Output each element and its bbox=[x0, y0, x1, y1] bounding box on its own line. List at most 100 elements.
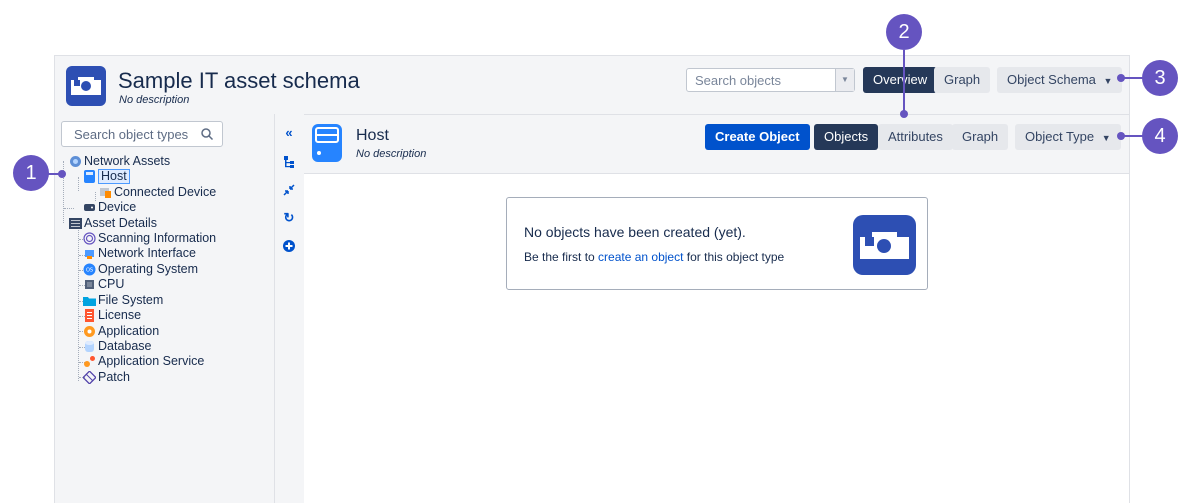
search-objects-input[interactable] bbox=[687, 69, 843, 91]
search-objects-field[interactable]: ▼ bbox=[686, 68, 855, 92]
tree-item-label: File System bbox=[98, 293, 164, 307]
tree-item-application[interactable]: Application bbox=[83, 324, 159, 339]
tree-item-asset-details[interactable]: Asset Details bbox=[69, 216, 157, 231]
empty-state-text-after: for this object type bbox=[686, 250, 785, 264]
tab-graph-label: Graph bbox=[962, 129, 999, 144]
os-icon: OS bbox=[83, 263, 96, 276]
tree-item-license[interactable]: License bbox=[83, 308, 141, 323]
overview-button[interactable]: Overview bbox=[863, 67, 938, 93]
chevron-down-icon: ▼ bbox=[1101, 133, 1111, 143]
application-icon bbox=[84, 326, 95, 337]
object-type-description: No description bbox=[356, 148, 427, 160]
chevron-down-icon: ▼ bbox=[1103, 76, 1113, 86]
empty-state-text: Be the first to create an object for thi… bbox=[524, 250, 784, 264]
network-interface-icon bbox=[85, 250, 94, 259]
callout-pointer bbox=[900, 110, 908, 118]
tree-item-label: CPU bbox=[98, 277, 125, 291]
tab-attributes-label: Attributes bbox=[888, 129, 943, 144]
callout-connector bbox=[1122, 135, 1144, 137]
tab-objects[interactable]: Objects bbox=[814, 124, 879, 150]
fingerprint-icon bbox=[83, 232, 96, 245]
tree-item-label: License bbox=[98, 308, 142, 322]
tab-graph[interactable]: Graph bbox=[952, 124, 1009, 150]
server-icon bbox=[84, 170, 95, 183]
tree-item-label: Asset Details bbox=[84, 216, 157, 230]
graph-label: Graph bbox=[944, 72, 981, 87]
tree-item-operating-system[interactable]: OS Operating System bbox=[83, 262, 198, 277]
callout-connector bbox=[48, 173, 62, 175]
schema-logo-icon bbox=[66, 66, 106, 106]
tree-item-scanning-information[interactable]: Scanning Information bbox=[83, 231, 216, 246]
tab-objects-label: Objects bbox=[824, 129, 869, 144]
object-type-header: Host No description Create Object Object… bbox=[304, 115, 1129, 174]
empty-state-text-before: Be the first to bbox=[524, 250, 595, 264]
callout-badge: 3 bbox=[1142, 60, 1178, 96]
tree-item-label: Connected Device bbox=[114, 185, 217, 199]
tree-item-label: Scanning Information bbox=[98, 231, 217, 245]
tab-attributes[interactable]: Attributes bbox=[878, 124, 953, 150]
search-object-types-input[interactable] bbox=[62, 122, 217, 146]
callout-connector bbox=[1122, 77, 1144, 79]
tree-item-device[interactable]: Device bbox=[83, 200, 136, 215]
object-type-menu[interactable]: Object Type ▼ bbox=[1015, 124, 1121, 150]
service-icon bbox=[84, 356, 95, 367]
tree-item-cpu[interactable]: CPU bbox=[83, 277, 124, 292]
callout-badge: 4 bbox=[1142, 118, 1178, 154]
callout-badge: 1 bbox=[13, 155, 49, 191]
search-dropdown-icon[interactable]: ▼ bbox=[835, 69, 854, 91]
tree-item-file-system[interactable]: File System bbox=[83, 293, 163, 308]
schema-title: Sample IT asset schema bbox=[118, 68, 360, 93]
database-icon bbox=[85, 341, 94, 352]
tree-item-label: Database bbox=[98, 339, 152, 353]
rack-icon bbox=[69, 218, 82, 229]
object-schema-label: Object Schema bbox=[1007, 72, 1096, 87]
app-window: Sample IT asset schema No description ▼ … bbox=[54, 55, 1130, 504]
create-object-link[interactable]: create an object bbox=[598, 250, 683, 264]
tree-item-patch[interactable]: Patch bbox=[83, 370, 130, 385]
license-icon bbox=[85, 309, 94, 322]
server-icon bbox=[312, 124, 342, 162]
tree-toolbar: « ↻ bbox=[274, 114, 305, 503]
tree-item-network-interface[interactable]: Network Interface bbox=[83, 246, 196, 261]
search-icon bbox=[201, 128, 214, 141]
schema-description: No description bbox=[119, 94, 190, 106]
object-schema-menu[interactable]: Object Schema ▼ bbox=[997, 67, 1123, 93]
globe-icon bbox=[70, 156, 81, 167]
insight-logo-icon bbox=[853, 215, 916, 275]
tree-item-connected-device[interactable]: Connected Device bbox=[99, 185, 216, 200]
create-object-button[interactable]: Create Object bbox=[705, 124, 810, 150]
overview-label: Overview bbox=[873, 72, 928, 87]
tree-item-network-assets[interactable]: Network Assets bbox=[69, 154, 170, 169]
tree-item-application-service[interactable]: Application Service bbox=[83, 354, 204, 369]
object-type-detail: Host No description Create Object Object… bbox=[304, 114, 1129, 504]
object-type-menu-label: Object Type bbox=[1025, 129, 1095, 144]
hard-drive-icon bbox=[84, 204, 95, 211]
tree-item-label: Network Assets bbox=[84, 154, 171, 168]
schema-header: Sample IT asset schema No description ▼ … bbox=[55, 56, 1129, 114]
device-icon bbox=[100, 188, 111, 198]
empty-state-card: No objects have been created (yet). Be t… bbox=[506, 197, 928, 290]
minimize-icon[interactable] bbox=[282, 183, 296, 197]
search-object-types-field[interactable] bbox=[61, 121, 223, 147]
tree-item-label: Network Interface bbox=[98, 246, 196, 260]
tree-item-label: Host bbox=[98, 169, 130, 184]
collapse-icon[interactable]: « bbox=[282, 126, 296, 140]
svg-text:OS: OS bbox=[86, 268, 93, 274]
tree-item-label: Operating System bbox=[98, 262, 199, 276]
add-icon[interactable] bbox=[282, 239, 296, 253]
tree-item-label: Device bbox=[98, 200, 137, 214]
tree-item-label: Application bbox=[98, 324, 160, 338]
folder-icon bbox=[83, 297, 96, 306]
object-type-panel: Network Assets Host Connected Device Dev… bbox=[55, 114, 274, 503]
empty-state-title: No objects have been created (yet). bbox=[524, 224, 746, 240]
tree-item-database[interactable]: Database bbox=[83, 339, 152, 354]
patch-icon bbox=[83, 371, 96, 384]
callout-badge: 2 bbox=[886, 14, 922, 50]
tree-item-host[interactable]: Host bbox=[83, 169, 130, 184]
object-type-title: Host bbox=[356, 127, 389, 144]
hierarchy-icon[interactable] bbox=[282, 155, 296, 169]
refresh-icon[interactable]: ↻ bbox=[282, 211, 296, 225]
callout-connector bbox=[903, 50, 905, 114]
graph-button[interactable]: Graph bbox=[934, 67, 991, 93]
tree-item-label: Patch bbox=[98, 370, 130, 384]
